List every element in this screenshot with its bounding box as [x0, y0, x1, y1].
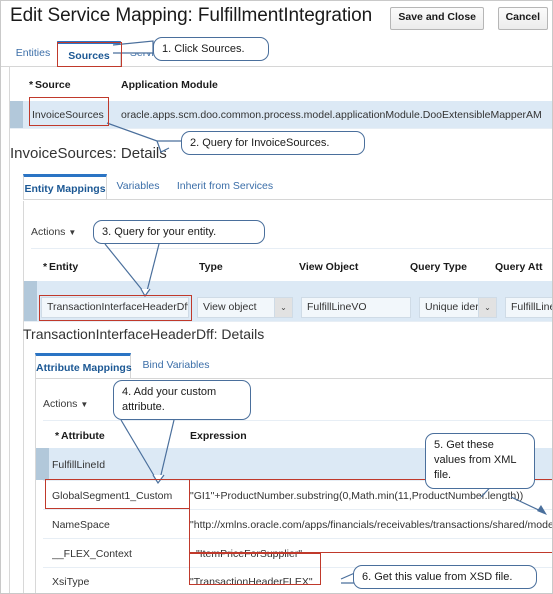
- page-header: Edit Service Mapping: FulfillmentIntegra…: [1, 1, 552, 37]
- callout-step-4: 4. Add your custom attribute.: [113, 380, 251, 420]
- entity-mappings-actions-menu[interactable]: Actions ▼: [31, 226, 76, 238]
- service-mapping-screen: Edit Service Mapping: FulfillmentIntegra…: [0, 0, 553, 594]
- type-select[interactable]: View object ⌄: [197, 297, 293, 318]
- tab-sources[interactable]: Sources: [57, 41, 121, 66]
- attribute-cell-expression[interactable]: "ItemPriceForSupplier": [196, 548, 552, 560]
- entity-header-query-type: Query Type: [410, 261, 467, 273]
- tab-entities[interactable]: Entities: [9, 41, 57, 65]
- sources-header-application-module: Application Module: [121, 79, 218, 91]
- attribute-header-attribute: Attribute: [61, 430, 105, 442]
- sources-table-row[interactable]: InvoiceSources oracle.apps.scm.doo.commo…: [10, 101, 552, 128]
- row-divider: [10, 128, 552, 129]
- actions-label: Actions: [43, 398, 78, 410]
- source-details-tabstrip: Entity Mappings Variables Inherit from S…: [23, 174, 552, 200]
- main-tabstrip: Entities Sources Services: [1, 41, 552, 67]
- sources-header-source: Source: [35, 79, 71, 91]
- attribute-mappings-actions-menu[interactable]: Actions ▼: [43, 398, 88, 410]
- query-type-select[interactable]: Unique ider ⌄: [419, 297, 497, 318]
- attribute-cell-name[interactable]: GlobalSegment1_Custom: [52, 490, 172, 502]
- chevron-down-icon: ▼: [68, 228, 77, 237]
- entity-name-input[interactable]: TransactionInterfaceHeaderDff: [41, 297, 189, 318]
- row-select-marker[interactable]: [10, 101, 23, 128]
- cancel-button[interactable]: Cancel: [497, 7, 548, 30]
- attribute-row[interactable]: __FLEX_Context "ItemPriceForSupplier": [36, 539, 552, 567]
- sources-cell-source[interactable]: InvoiceSources: [32, 109, 104, 121]
- attribute-cell-expression[interactable]: "http://xmlns.oracle.com/apps/financials…: [190, 519, 552, 531]
- entity-header-query-attribute: Query Att: [495, 261, 543, 273]
- attribute-cell-name[interactable]: __FLEX_Context: [52, 548, 132, 560]
- entity-details-tabstrip: Attribute Mappings Bind Variables: [35, 353, 552, 379]
- entity-details-subtitle: TransactionInterfaceHeaderDff: Details: [23, 326, 265, 342]
- actions-label: Actions: [31, 226, 66, 238]
- save-and-close-button[interactable]: Save and Close: [390, 7, 484, 30]
- type-select-value: View object: [203, 301, 257, 313]
- row-divider: [43, 420, 552, 421]
- view-object-input[interactable]: FulfillLineVO: [301, 297, 411, 318]
- tab-attribute-mappings[interactable]: Attribute Mappings: [35, 353, 132, 378]
- row-select-marker[interactable]: [36, 448, 49, 480]
- entity-required-star: *: [43, 261, 48, 273]
- tab-entity-mappings[interactable]: Entity Mappings: [23, 174, 107, 199]
- tab-bind-variables[interactable]: Bind Variables: [133, 353, 219, 377]
- attribute-cell-expression[interactable]: "GI1"+ProductNumber.substring(0,Math.min…: [190, 490, 552, 502]
- row-divider: [24, 321, 552, 322]
- callout-step-5: 5. Get these values from XML file.: [425, 433, 535, 489]
- attribute-cell-name[interactable]: XsiType: [52, 576, 89, 588]
- tab-inherit-from-services[interactable]: Inherit from Services: [169, 174, 281, 198]
- entity-header-entity: Entity: [49, 261, 79, 273]
- callout-step-6: 6. Get this value from XSD file.: [353, 565, 537, 589]
- query-attribute-input[interactable]: FulfillLine: [505, 297, 552, 318]
- sources-cell-application-module[interactable]: oracle.apps.scm.doo.common.process.model…: [121, 109, 552, 121]
- row-select-marker[interactable]: [24, 281, 37, 321]
- callout-step-2: 2. Query for InvoiceSources.: [181, 131, 365, 155]
- inner-rail: [23, 201, 24, 593]
- tab-variables[interactable]: Variables: [109, 174, 167, 198]
- attribute-cell-name[interactable]: NameSpace: [52, 519, 110, 531]
- entity-header-view-object: View Object: [299, 261, 359, 273]
- attribute-cell-name[interactable]: FulfillLineId: [52, 459, 105, 471]
- source-details-subtitle: InvoiceSources: Details: [10, 145, 167, 162]
- chevron-down-icon[interactable]: ⌄: [478, 298, 496, 317]
- query-type-select-value: Unique ider: [425, 301, 479, 313]
- attribute-header-expression: Expression: [190, 430, 247, 442]
- sources-required-star: *: [29, 79, 34, 91]
- callout-step-1: 1. Click Sources.: [153, 37, 269, 61]
- chevron-down-icon: ▼: [80, 400, 89, 409]
- chevron-down-icon[interactable]: ⌄: [274, 298, 292, 317]
- page-title: Edit Service Mapping: FulfillmentIntegra…: [10, 5, 373, 26]
- row-divider: [31, 248, 552, 249]
- attribute-row[interactable]: NameSpace "http://xmlns.oracle.com/apps/…: [36, 510, 552, 538]
- attribute-required-star: *: [55, 430, 60, 442]
- entity-header-type: Type: [199, 261, 223, 273]
- callout-step-3: 3. Query for your entity.: [93, 220, 265, 244]
